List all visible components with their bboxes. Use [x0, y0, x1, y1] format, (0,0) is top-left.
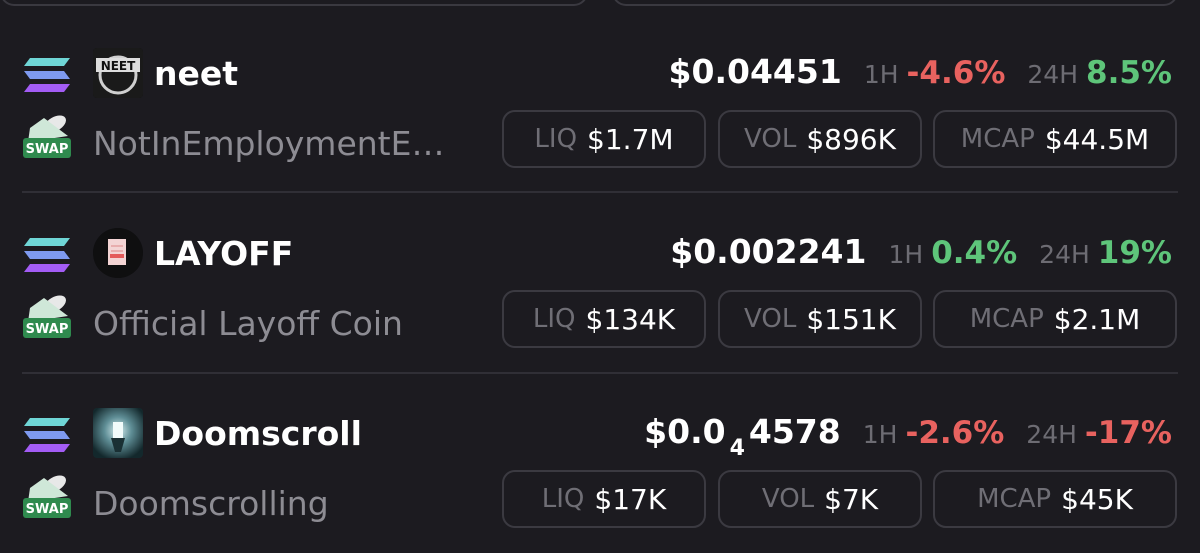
24h-change: 19%: [1097, 235, 1172, 271]
token-name: Doomscrolling: [93, 484, 329, 523]
volume-pill[interactable]: VOL $7K: [718, 470, 922, 528]
previous-row-pill: [612, 0, 1178, 6]
svg-text:SWAP: SWAP: [26, 322, 69, 337]
token-row-doomscroll[interactable]: Doomscroll $0.0 4 4578 1H -2.6% 24H -17% S…: [0, 370, 1200, 550]
token-row-neet[interactable]: NEET neet $0.04451 1H -4.6% 24H 8.5% SWA…: [0, 10, 1200, 190]
volume-pill[interactable]: VOL $896K: [718, 110, 922, 168]
1h-label: 1H: [863, 60, 899, 89]
price-digits: 4578: [748, 412, 841, 451]
vol-value: $7K: [824, 482, 879, 516]
doomscroll-avatar: [93, 408, 143, 458]
liq-label: LIQ: [541, 484, 585, 514]
token-symbol[interactable]: Doomscroll: [154, 414, 362, 454]
24h-change: 8.5%: [1086, 55, 1172, 91]
swap-icon: SWAP: [23, 295, 71, 338]
1h-change: -2.6%: [905, 415, 1005, 451]
24h-label: 24H: [1039, 240, 1090, 269]
volume-pill[interactable]: VOL $151K: [718, 290, 922, 348]
token-price: $0.002241: [670, 232, 867, 271]
vol-label: VOL: [761, 484, 815, 514]
swap-icon: SWAP: [23, 115, 71, 158]
vol-label: VOL: [744, 124, 797, 154]
token-name: NotInEmploymentE…: [93, 124, 445, 163]
liquidity-pill[interactable]: LIQ $134K: [502, 290, 706, 348]
token-symbol[interactable]: LAYOFF: [154, 234, 293, 274]
layoff-avatar: [93, 228, 143, 278]
market-cap-pill[interactable]: MCAP $2.1M: [933, 290, 1177, 348]
1h-change: 0.4%: [931, 235, 1018, 271]
previous-row-pill: [0, 0, 588, 6]
liquidity-pill[interactable]: LIQ $17K: [502, 470, 706, 528]
mcap-label: MCAP: [977, 484, 1052, 514]
solana-icon: [24, 58, 70, 92]
solana-icon: [24, 238, 70, 272]
token-price: $0.0 4 4578: [644, 412, 841, 461]
swap-icon: SWAP: [23, 475, 71, 518]
mcap-value: $45K: [1061, 482, 1133, 516]
mcap-label: MCAP: [969, 304, 1044, 334]
1h-label: 1H: [862, 420, 898, 449]
liq-value: $134K: [585, 302, 676, 336]
price-line: $0.002241 1H 0.4% 24H 19%: [670, 232, 1172, 275]
svg-text:SWAP: SWAP: [26, 142, 69, 157]
token-price: $0.04451: [668, 52, 842, 91]
market-cap-pill[interactable]: MCAP $44.5M: [933, 110, 1177, 168]
vol-value: $896K: [806, 122, 896, 156]
liq-value: $17K: [594, 482, 667, 516]
token-name: Official Layoff Coin: [93, 304, 403, 343]
vol-label: VOL: [744, 304, 797, 334]
24h-label: 24H: [1027, 60, 1079, 89]
mcap-value: $2.1M: [1053, 302, 1141, 336]
svg-text:SWAP: SWAP: [26, 502, 69, 517]
liq-label: LIQ: [532, 304, 576, 334]
price-prefix: $0.0: [644, 412, 726, 451]
vol-value: $151K: [806, 302, 896, 336]
liquidity-pill[interactable]: LIQ $1.7M: [502, 110, 706, 168]
neet-avatar: NEET: [93, 48, 143, 98]
1h-change: -4.6%: [906, 55, 1006, 91]
token-row-layoff[interactable]: LAYOFF $0.002241 1H 0.4% 24H 19% SWAP Of…: [0, 190, 1200, 370]
1h-label: 1H: [888, 240, 924, 269]
token-symbol[interactable]: neet: [154, 54, 238, 94]
24h-change: -17%: [1084, 415, 1172, 451]
market-cap-pill[interactable]: MCAP $45K: [933, 470, 1177, 528]
svg-text:NEET: NEET: [101, 59, 136, 73]
liq-value: $1.7M: [587, 122, 674, 156]
solana-icon: [24, 418, 70, 452]
24h-label: 24H: [1026, 420, 1077, 449]
price-line: $0.04451 1H -4.6% 24H 8.5%: [669, 52, 1172, 95]
liq-label: LIQ: [534, 124, 578, 154]
mcap-label: MCAP: [960, 124, 1035, 154]
price-line: $0.0 4 4578 1H -2.6% 24H -17%: [644, 412, 1172, 461]
price-zero-count: 4: [729, 436, 745, 461]
mcap-value: $44.5M: [1044, 122, 1150, 156]
